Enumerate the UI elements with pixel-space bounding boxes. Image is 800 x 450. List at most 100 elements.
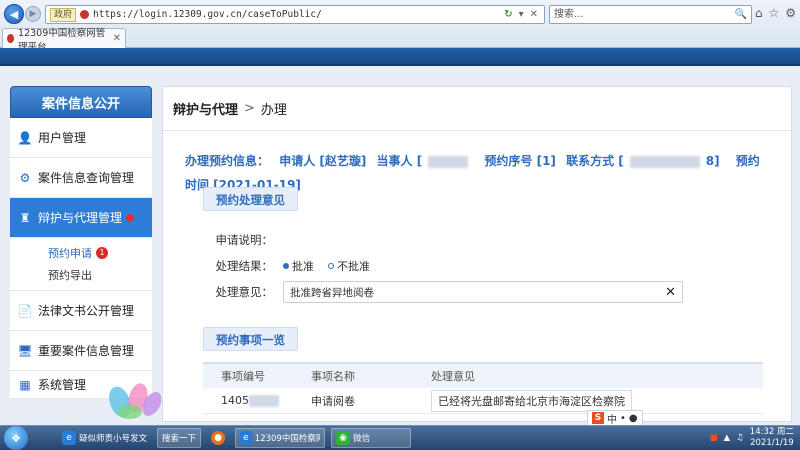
sidebar-item-label: 法律文书公开管理 <box>38 304 135 318</box>
tray-network-icon[interactable]: ▲ <box>724 433 731 443</box>
form-row-description: 申请说明： <box>203 227 773 253</box>
opinion-value: 批准跨省异地阅卷 <box>290 286 374 299</box>
info-party: 当事人 [ <box>376 154 423 168</box>
count-badge: 1 <box>96 247 108 259</box>
ime-punct-icon[interactable]: • <box>620 413 626 424</box>
refresh-icon[interactable]: ↻ <box>504 9 512 20</box>
column-header: 处理意见 <box>431 370 475 383</box>
tray-volume-icon[interactable]: ♫ <box>736 433 744 443</box>
redacted-field: x <box>249 395 279 407</box>
user-icon: 👤 <box>17 130 33 145</box>
taskbar-label: 12309中国检察网... <box>254 434 320 444</box>
form-row-opinion: 处理意见： 批准跨省异地阅卷 ✕ <box>203 279 773 305</box>
start-button[interactable]: ❖ <box>4 426 28 450</box>
system-tray: ■ ▲ ♫ 14:32 周二 2021/1/19 <box>710 427 794 449</box>
items-table: 事项编号 事项名称 处理意见 1405x 申请阅卷 已经将光盘邮寄给北京市海淀区… <box>203 362 763 414</box>
sidebar-item-documents[interactable]: 📄 法律文书公开管理 <box>10 291 152 331</box>
radio-label: 批准 <box>292 260 314 273</box>
radio-reject[interactable]: 不批准 <box>328 258 370 274</box>
table-header: 事项编号 事项名称 处理意见 <box>203 362 763 388</box>
sidebar-item-label: 系统管理 <box>38 378 87 392</box>
redacted-field: x <box>428 155 469 168</box>
url-text[interactable]: https://login.12309.gov.cn/caseToPublic/ <box>93 9 500 20</box>
ime-logo-icon: S <box>592 412 604 424</box>
process-form: 申请说明： 处理结果： 批准 不批准 处理意见： 批准跨省异地阅卷 ✕ <box>203 227 773 305</box>
taskbar-item-firefox[interactable]: ● <box>207 428 229 448</box>
taskbar-search-button[interactable]: 搜索一下 <box>157 428 202 448</box>
radio-approve[interactable]: 批准 <box>283 258 314 274</box>
breadcrumb-parent[interactable]: 辩护与代理 <box>173 99 238 118</box>
breadcrumb-current: 办理 <box>260 103 287 118</box>
ime-mode[interactable]: 中 <box>607 411 617 426</box>
redacted-field: x <box>629 155 700 168</box>
sidebar-item-user-management[interactable]: 👤 用户管理 <box>10 118 152 158</box>
taskbar: ❖ e 疑似师责小号发文 搜索一下 ● e 12309中国检察网... ◉ 微信… <box>0 425 800 450</box>
dropdown-icon[interactable]: ▾ <box>519 9 524 20</box>
opinion-input[interactable]: 批准跨省异地阅卷 ✕ <box>283 281 683 303</box>
favorites-icon[interactable]: ☆ <box>768 6 779 20</box>
address-bar[interactable]: 政府 https://login.12309.gov.cn/caseToPubl… <box>45 5 545 24</box>
clock[interactable]: 14:32 周二 2021/1/19 <box>750 427 794 449</box>
close-icon[interactable]: ✕ <box>113 33 121 44</box>
defense-icon: ♜ <box>19 210 31 225</box>
section-items: 预约事项一览 <box>203 327 298 351</box>
taskbar-label: 微信 <box>353 434 371 444</box>
notification-dot <box>126 213 135 222</box>
browser-tab[interactable]: 12309中国检察网管理平台 ✕ <box>2 28 126 53</box>
case-query-icon: ⚙ <box>19 170 31 185</box>
gear-icon[interactable]: ⚙ <box>785 6 796 20</box>
cell-name: 申请阅卷 <box>311 394 355 408</box>
column-header: 事项编号 <box>221 370 265 383</box>
taskbar-item-ie-search[interactable]: e 疑似师责小号发文 <box>58 428 151 448</box>
info-contact: 联系方式 [ <box>566 154 624 168</box>
home-icon[interactable]: ⌂ <box>755 6 763 20</box>
forward-icon[interactable]: ▶ <box>25 6 41 22</box>
sidebar-item-important-cases[interactable]: 🖥 重要案件信息管理 <box>10 331 152 371</box>
stop-icon[interactable]: ✕ <box>530 9 538 20</box>
wechat-icon: ◉ <box>336 431 351 445</box>
form-row-result: 处理结果： 批准 不批准 <box>203 253 773 279</box>
ime-mic-icon[interactable]: ● <box>629 413 638 424</box>
taskbar-item-browser[interactable]: e 12309中国检察网... <box>235 428 326 448</box>
submenu-label: 预约申请 <box>48 247 92 260</box>
radio-dot <box>283 263 289 269</box>
search-box[interactable]: 搜索... 🔍 <box>549 5 752 24</box>
search-icon[interactable]: 🔍 <box>735 6 747 23</box>
sidebar-item-label: 案件信息查询管理 <box>38 171 135 185</box>
sidebar-item-defense[interactable]: ♜ 辩护与代理管理 <box>10 198 152 238</box>
radio-label: 不批准 <box>337 260 370 273</box>
firefox-icon: ● <box>211 431 226 445</box>
sidebar-submenu: 预约申请 1 预约导出 <box>10 238 152 291</box>
table-row[interactable]: 1405x 申请阅卷 已经将光盘邮寄给北京市海淀区检察院 <box>203 388 763 414</box>
browser-chrome: ◀ ▶ 政府 https://login.12309.gov.cn/caseTo… <box>0 0 800 53</box>
submenu-item-export[interactable]: 预约导出 <box>48 264 152 286</box>
site-banner <box>0 48 800 66</box>
clear-icon[interactable]: ✕ <box>665 285 676 300</box>
column-header: 事项名称 <box>311 370 355 383</box>
search-input[interactable]: 搜索... <box>554 6 584 23</box>
system-icon: ▦ <box>19 377 31 392</box>
submenu-label: 预约导出 <box>48 269 92 282</box>
flower-decoration <box>109 383 162 419</box>
radio-dot <box>328 263 334 269</box>
info-order: 预约序号 [1] <box>484 154 556 168</box>
info-label: 办理预约信息： <box>185 154 270 168</box>
info-applicant: 申请人 [赵艺璇] <box>279 154 367 168</box>
sidebar-item-label: 重要案件信息管理 <box>38 344 135 358</box>
main-panel: 辩护与代理 > 办理 办理预约信息： 申请人 [赵艺璇] 当事人 [ x 预约序号… <box>162 86 792 422</box>
field-label: 申请说明： <box>215 233 274 247</box>
info-contact-suffix: 8] <box>705 154 720 168</box>
field-label: 处理结果： <box>215 259 274 273</box>
cell-opinion: 已经将光盘邮寄给北京市海淀区检察院 <box>413 389 763 412</box>
submenu-item-apply[interactable]: 预约申请 1 <box>48 242 152 264</box>
taskbar-item-wechat[interactable]: ◉ 微信 <box>331 428 412 448</box>
back-icon[interactable]: ◀ <box>4 4 24 24</box>
tray-antivirus-icon[interactable]: ■ <box>710 433 718 443</box>
sidebar-title: 案件信息公开 <box>10 86 152 118</box>
monitor-icon: 🖥 <box>17 343 33 358</box>
sidebar-item-label: 用户管理 <box>38 131 87 145</box>
breadcrumb: 辩护与代理 > 办理 <box>163 87 791 131</box>
ime-toolbar[interactable]: S 中 • ● <box>587 410 643 426</box>
sidebar-item-case-query[interactable]: ⚙ 案件信息查询管理 <box>10 158 152 198</box>
sidebar-item-label: 辩护与代理管理 <box>38 211 123 225</box>
